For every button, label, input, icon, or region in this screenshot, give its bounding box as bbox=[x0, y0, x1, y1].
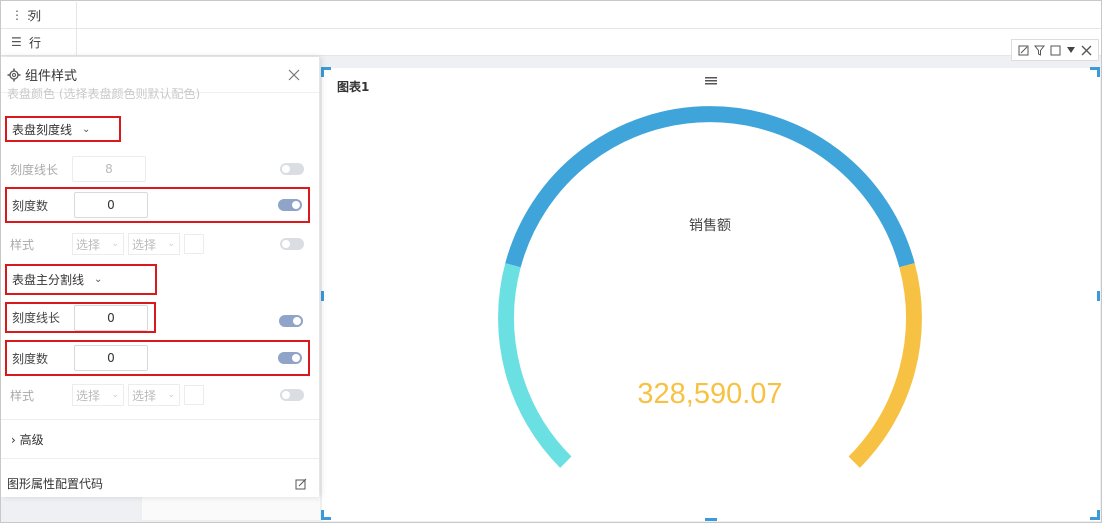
main-length-label: 刻度线长 bbox=[12, 311, 61, 325]
tick-length-label: 刻度线长 bbox=[10, 162, 59, 177]
rows-shelf[interactable]: ☰ 行 bbox=[1, 29, 1101, 56]
columns-shelf-label: ⋮⋮ 列 bbox=[1, 2, 77, 28]
edit-icon[interactable] bbox=[295, 478, 307, 490]
color-swatch[interactable] bbox=[184, 385, 204, 405]
tick-style-row: 样式 选择 ⌄ 选择 ⌄ bbox=[5, 226, 310, 262]
main-length-input[interactable]: 0 bbox=[74, 304, 148, 331]
faded-dial-color-row: 表盘颜色 (选择表盘颜色则默认配色) bbox=[7, 87, 201, 99]
section-main-split-label: 表盘主分割线 bbox=[12, 273, 85, 287]
main-color-select[interactable]: 选择 ⌄ bbox=[128, 384, 180, 406]
main-style-label: 样式 bbox=[10, 388, 35, 403]
select-text: 选择 bbox=[76, 237, 101, 252]
tick-style-select[interactable]: 选择 ⌄ bbox=[72, 233, 124, 255]
chevron-down-icon: ⌄ bbox=[94, 274, 103, 285]
gear-icon bbox=[7, 68, 21, 82]
chevron-right-icon: › bbox=[11, 433, 16, 447]
gauge-arc-left bbox=[498, 263, 572, 468]
rows-shelf-label: ☰ 行 bbox=[1, 29, 77, 55]
select-text: 选择 bbox=[132, 237, 157, 252]
divider bbox=[1, 419, 319, 420]
gauge-arc-main bbox=[505, 106, 915, 268]
tick-style-toggle[interactable] bbox=[280, 238, 304, 250]
main-style-row: 样式 选择 ⌄ 选择 ⌄ bbox=[5, 377, 310, 413]
chevron-down-icon: ⌄ bbox=[167, 239, 175, 249]
component-style-panel: 组件样式 表盘颜色 (选择表盘颜色则默认配色) 表盘刻度线 ⌄ 刻度线长 8 刻… bbox=[1, 57, 319, 497]
tick-style-label: 样式 bbox=[10, 237, 35, 252]
tick-length-input[interactable]: 8 bbox=[72, 156, 146, 182]
filter-icon[interactable] bbox=[1034, 45, 1046, 56]
main-length-toggle[interactable] bbox=[279, 315, 303, 327]
edit-icon[interactable] bbox=[1018, 45, 1029, 56]
chevron-down-icon: ⌄ bbox=[111, 390, 119, 400]
app-frame: ⋮⋮ 列 ☰ 行 图表1 销售额 328,590.07 组件样式 表盘颜色 (选… bbox=[0, 0, 1102, 523]
columns-label: 列 bbox=[29, 8, 42, 23]
tick-count-row: 刻度数 0 bbox=[5, 187, 310, 223]
color-swatch[interactable] bbox=[184, 234, 204, 254]
chevron-down-icon: ⌄ bbox=[167, 390, 175, 400]
advanced-section[interactable]: › 高级 bbox=[11, 431, 44, 448]
divider bbox=[1, 458, 319, 459]
main-style-select[interactable]: 选择 ⌄ bbox=[72, 384, 124, 406]
chevron-down-icon: ⌄ bbox=[82, 123, 91, 135]
maximize-icon[interactable] bbox=[1050, 45, 1061, 56]
tick-count-input[interactable]: 0 bbox=[74, 192, 148, 218]
select-text: 选择 bbox=[76, 388, 101, 403]
columns-icon: ⋮⋮ bbox=[11, 8, 35, 22]
main-count-label: 刻度数 bbox=[12, 351, 49, 366]
select-text: 选择 bbox=[132, 388, 157, 403]
dropdown-icon[interactable] bbox=[1066, 45, 1076, 55]
main-length-row: 刻度线长 0 bbox=[5, 302, 156, 333]
section-main-split[interactable]: 表盘主分割线 ⌄ bbox=[5, 264, 157, 295]
code-config-row[interactable]: 图形属性配置代码 bbox=[7, 475, 307, 492]
close-icon[interactable] bbox=[1081, 45, 1092, 56]
section-dial-ticks-label: 表盘刻度线 bbox=[12, 122, 73, 137]
panel-title: 组件样式 bbox=[25, 69, 78, 84]
section-dial-ticks[interactable]: 表盘刻度线 ⌄ bbox=[5, 116, 121, 142]
code-config-label: 图形属性配置代码 bbox=[7, 477, 104, 491]
tick-color-select[interactable]: 选择 ⌄ bbox=[128, 233, 180, 255]
tick-count-toggle[interactable] bbox=[278, 199, 302, 211]
tick-length-row: 刻度线长 8 bbox=[5, 151, 310, 187]
tick-count-label: 刻度数 bbox=[12, 198, 49, 213]
main-count-toggle[interactable] bbox=[278, 352, 302, 364]
gauge-arc-right bbox=[848, 263, 922, 468]
gauge-chart: 销售额 328,590.07 bbox=[498, 106, 922, 468]
tick-length-toggle[interactable] bbox=[280, 163, 304, 175]
main-count-input[interactable]: 0 bbox=[74, 345, 148, 371]
gauge-name: 销售额 bbox=[689, 218, 731, 234]
close-icon[interactable] bbox=[287, 67, 301, 81]
rows-icon: ☰ bbox=[11, 35, 22, 49]
gauge-value: 328,590.07 bbox=[637, 378, 782, 410]
chevron-down-icon: ⌄ bbox=[111, 239, 119, 249]
advanced-label: 高级 bbox=[19, 433, 44, 447]
chart-toolbar bbox=[1011, 39, 1099, 61]
main-count-row: 刻度数 0 bbox=[5, 340, 310, 376]
main-style-toggle[interactable] bbox=[280, 389, 304, 401]
columns-shelf[interactable]: ⋮⋮ 列 bbox=[1, 2, 1101, 29]
rows-label: 行 bbox=[29, 35, 42, 50]
